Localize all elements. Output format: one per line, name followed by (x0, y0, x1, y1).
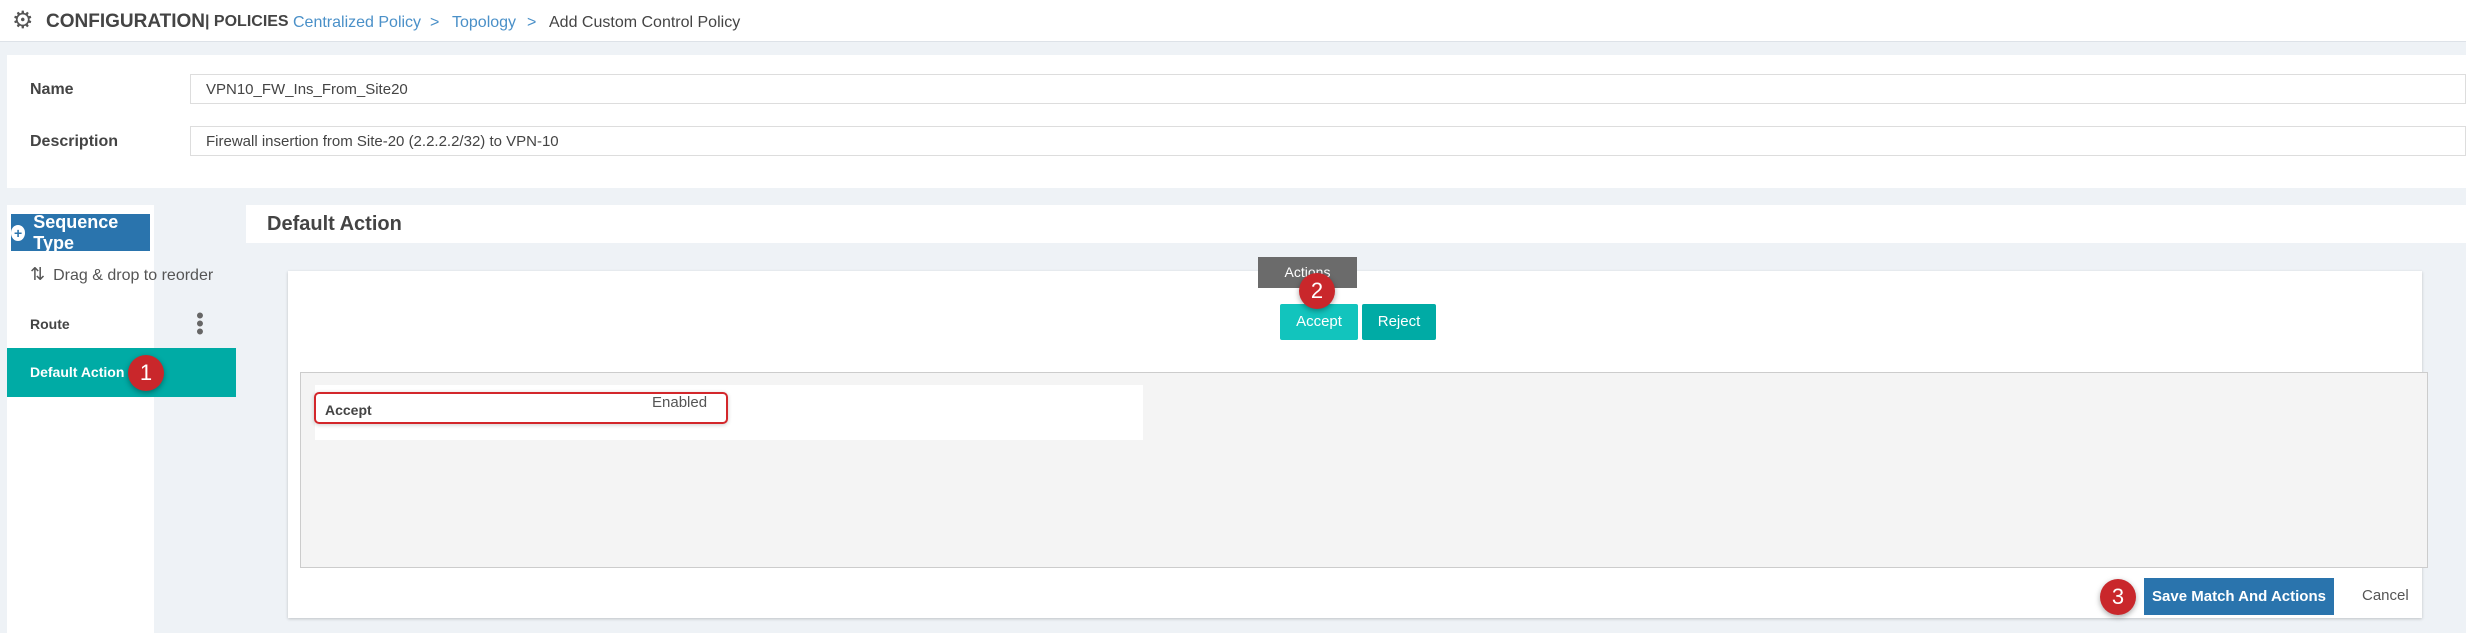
sidebar-item-route[interactable]: Route (30, 316, 70, 332)
name-input[interactable] (190, 74, 2466, 104)
section-title: Default Action (246, 205, 2466, 243)
more-options-icon[interactable]: • • • (196, 305, 204, 343)
breadcrumb-current: Add Custom Control Policy (549, 14, 741, 31)
accept-button[interactable]: Accept (1280, 304, 1358, 340)
drag-hint: ⇅ Drag & drop to reorder (30, 264, 213, 285)
page-section: | POLICIES (205, 13, 289, 30)
sidebar-item-default-action[interactable]: Default Action (7, 348, 236, 397)
breadcrumb-centralized-policy[interactable]: Centralized Policy (293, 14, 421, 32)
plus-circle-icon: + (11, 224, 26, 241)
annotation-badge-2: 2 (1299, 273, 1335, 309)
name-label: Name (30, 81, 74, 98)
drag-hint-label: Drag & drop to reorder (53, 267, 214, 284)
page-title: CONFIGURATION (46, 11, 206, 32)
description-input[interactable] (190, 126, 2466, 156)
sequence-type-label: Sequence Type (33, 211, 119, 253)
breadcrumb-topology[interactable]: Topology (452, 14, 516, 32)
reject-button[interactable]: Reject (1362, 304, 1436, 340)
annotation-badge-1: 1 (128, 355, 164, 391)
top-header: ⚙ CONFIGURATION | POLICIES Centralized P… (0, 0, 2466, 42)
action-row-status: Enabled (652, 394, 708, 411)
breadcrumb-separator: > (430, 14, 440, 31)
save-match-and-actions-button[interactable]: Save Match And Actions (2144, 578, 2334, 615)
description-label: Description (30, 133, 119, 150)
cancel-button[interactable]: Cancel (2362, 587, 2409, 604)
annotation-badge-3: 3 (2100, 579, 2136, 615)
reorder-arrows-icon: ⇅ (30, 264, 46, 284)
action-row-label: Accept (325, 402, 372, 418)
sequence-type-button[interactable]: + Sequence Type (11, 211, 150, 253)
breadcrumb-separator: > (527, 14, 537, 31)
gear-icon: ⚙ (12, 7, 34, 34)
